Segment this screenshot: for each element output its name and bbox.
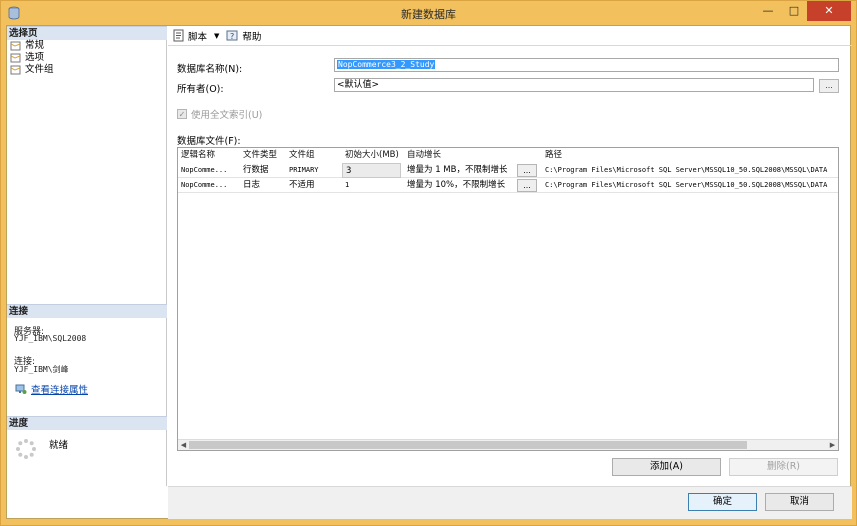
column-header-file-type[interactable]: 文件类型: [240, 148, 286, 163]
help-icon: ?: [226, 30, 238, 41]
script-dropdown-arrow-icon[interactable]: ▼: [214, 32, 219, 40]
ok-button[interactable]: 确定: [688, 493, 757, 511]
server-value: YJF_IBM\SQL2008: [14, 334, 87, 343]
connection-header: 连接: [7, 304, 167, 318]
script-label: 脚本: [188, 31, 208, 43]
svg-text:?: ?: [230, 32, 234, 41]
autogrowth-edit-button[interactable]: ...: [517, 164, 537, 177]
column-header-logical-name[interactable]: 逻辑名称: [178, 148, 240, 163]
table-row[interactable]: NopComme... 日志 不适用 1 增量为 10%，不限制增长 ... C…: [178, 178, 838, 193]
cell-autogrowth: 增量为 10%，不限制增长: [407, 180, 506, 190]
progress-spinner-icon: [16, 439, 36, 459]
maximize-button[interactable]: □: [781, 1, 807, 21]
page-item-filegroups[interactable]: 文件组: [10, 64, 54, 76]
db-name-label: 数据库名称(N):: [177, 64, 243, 75]
fulltext-label: 使用全文索引(U): [191, 110, 263, 121]
cell-path[interactable]: C:\Program Files\Microsoft SQL Server\MS…: [542, 163, 838, 178]
column-header-path[interactable]: 路径: [542, 148, 838, 163]
page-item-options[interactable]: 选项: [10, 52, 44, 64]
cell-initial-size[interactable]: 1: [342, 178, 401, 193]
cell-filegroup: 不适用: [289, 180, 315, 190]
page-item-label: 选项: [25, 52, 45, 63]
cell-logical-name[interactable]: NopComme...: [178, 178, 240, 193]
connection-properties-icon: [15, 384, 27, 394]
column-header-initial-size[interactable]: 初始大小(MB): [342, 148, 404, 163]
fulltext-checkbox-row[interactable]: ✓ 使用全文索引(U): [177, 107, 262, 121]
cell-file-type: 行数据: [243, 165, 269, 175]
cell-initial-size[interactable]: 3: [342, 163, 401, 178]
left-pane: 选择页 常规 选项 文件组 连接 服务器: YJF_IBM\SQL2008 连接…: [7, 26, 167, 486]
add-button[interactable]: 添加(A): [612, 458, 721, 476]
help-button[interactable]: ? 帮助: [226, 29, 261, 43]
connection-value: YJF_IBM\剑峰: [14, 365, 69, 374]
window-title: 新建数据库: [401, 8, 456, 21]
page-icon: [10, 41, 21, 51]
cell-autogrowth: 增量为 1 MB，不限制增长: [407, 165, 508, 175]
help-label: 帮助: [242, 31, 262, 43]
remove-button[interactable]: 删除(R): [729, 458, 838, 476]
owner-label: 所有者(O):: [177, 84, 224, 95]
script-icon: [173, 29, 184, 42]
cell-logical-name[interactable]: NopComme...: [178, 163, 240, 178]
progress-status: 就绪: [49, 440, 69, 451]
scroll-right-icon[interactable]: ▶: [827, 440, 838, 450]
view-connection-properties-link[interactable]: 查看连接属性: [15, 382, 88, 396]
page-item-label: 文件组: [25, 64, 54, 75]
progress-header: 进度: [7, 416, 167, 430]
owner-browse-button[interactable]: ...: [819, 79, 839, 93]
minimize-button[interactable]: —: [755, 1, 781, 21]
database-files-grid[interactable]: 逻辑名称 文件类型 文件组 初始大小(MB) 自动增长 路径 NopComme.…: [177, 147, 839, 451]
script-button[interactable]: 脚本: [172, 29, 207, 43]
new-database-window: 新建数据库 — □ ✕ 选择页 常规 选项 文件组 连接 服务器: YJF_IB…: [0, 0, 857, 526]
select-page-header: 选择页: [7, 26, 167, 40]
column-header-autogrowth[interactable]: 自动增长: [404, 148, 542, 163]
table-row[interactable]: NopComme... 行数据 PRIMARY 3 增量为 1 MB，不限制增长…: [178, 163, 838, 178]
page-icon: [10, 65, 21, 75]
page-icon: [10, 53, 21, 63]
column-header-filegroup[interactable]: 文件组: [286, 148, 342, 163]
db-name-input[interactable]: NopCommerce3_2_Study: [334, 58, 839, 72]
page-item-label: 常规: [25, 40, 45, 51]
close-button[interactable]: ✕: [807, 1, 851, 21]
cancel-button[interactable]: 取消: [765, 493, 834, 511]
page-item-general[interactable]: 常规: [10, 40, 44, 52]
grid-horizontal-scrollbar[interactable]: ◀ ▶: [178, 439, 838, 450]
owner-input[interactable]: <默认值>: [334, 78, 814, 92]
scrollbar-thumb[interactable]: [189, 441, 747, 449]
dialog-client-area: 选择页 常规 选项 文件组 连接 服务器: YJF_IBM\SQL2008 连接…: [6, 25, 852, 519]
db-files-label: 数据库文件(F):: [177, 136, 241, 147]
cell-file-type: 日志: [243, 180, 261, 190]
view-connection-properties-label: 查看连接属性: [31, 385, 89, 396]
autogrowth-edit-button[interactable]: ...: [517, 179, 537, 192]
cell-path[interactable]: C:\Program Files\Microsoft SQL Server\MS…: [542, 178, 838, 193]
title-bar[interactable]: 新建数据库 — □ ✕: [1, 1, 856, 25]
scroll-left-icon[interactable]: ◀: [178, 440, 189, 450]
toolbar: 脚本 ▼ ? 帮助: [168, 26, 852, 46]
grid-header-row: 逻辑名称 文件类型 文件组 初始大小(MB) 自动增长 路径: [178, 148, 838, 163]
cell-filegroup[interactable]: PRIMARY: [286, 163, 342, 178]
fulltext-checkbox[interactable]: ✓: [177, 109, 187, 119]
db-name-value: NopCommerce3_2_Study: [337, 60, 436, 69]
